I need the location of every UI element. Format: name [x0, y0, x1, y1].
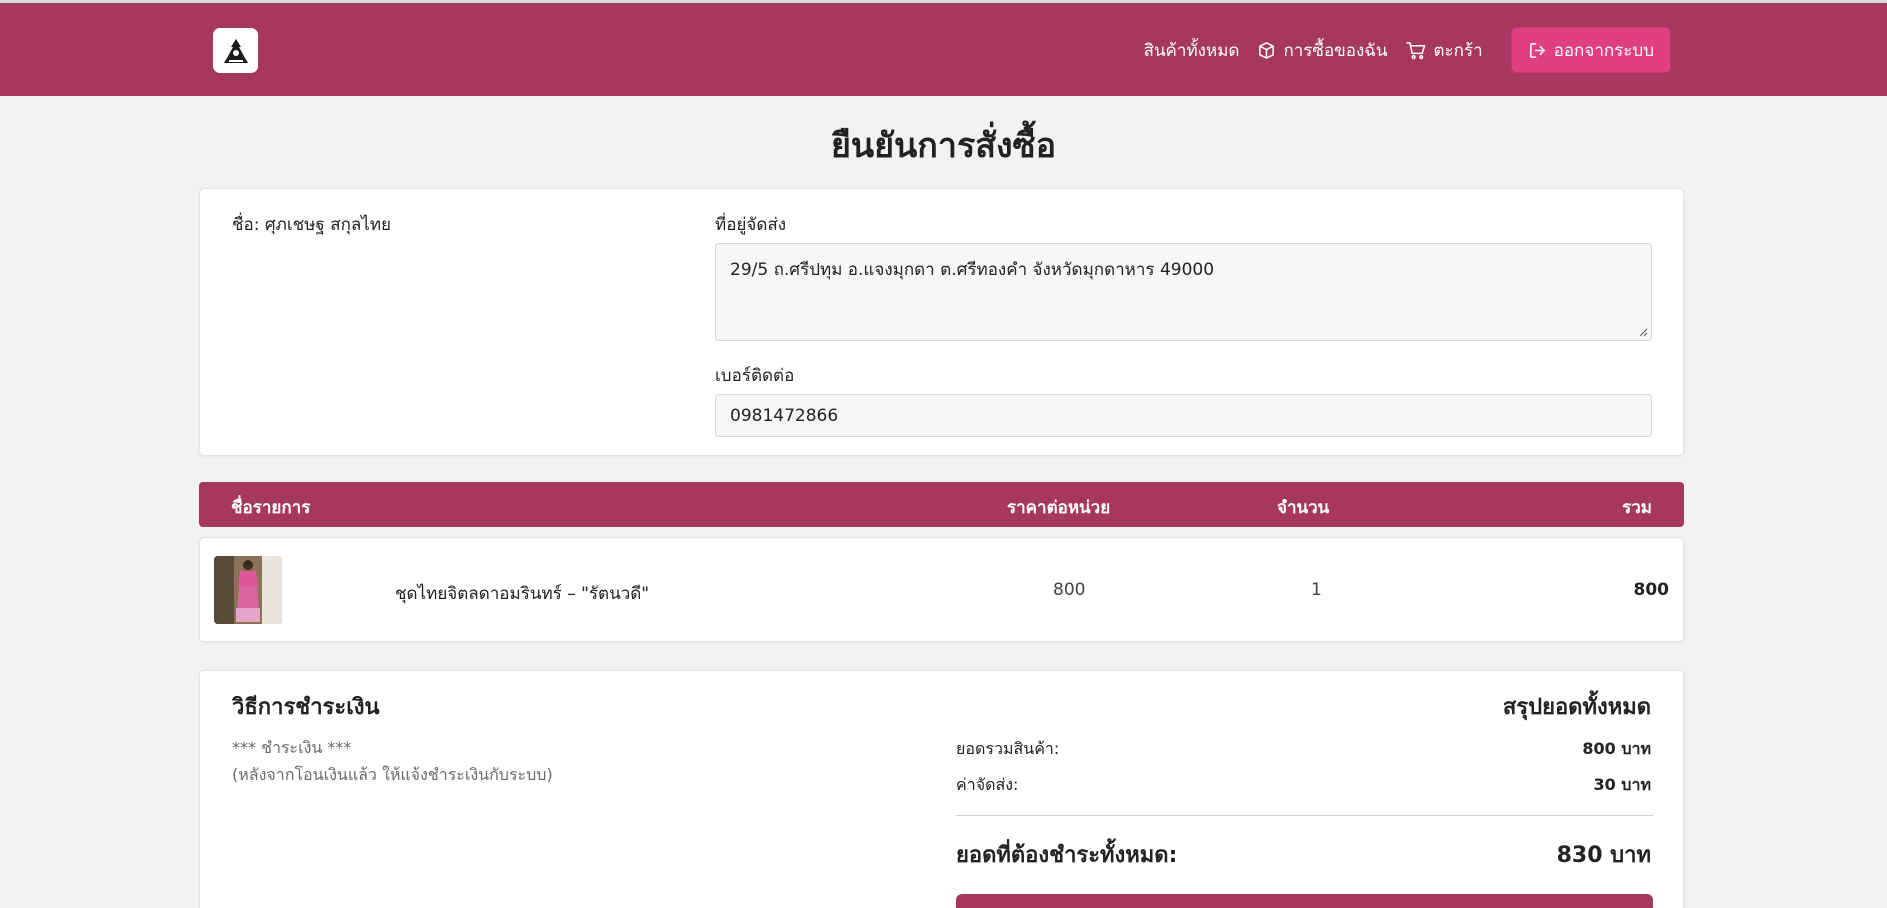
payment-note-2: (หลังจากโอนเงินแล้ว ให้แจ้งชำระเงินกับระ… [232, 765, 553, 784]
resize-grip-icon[interactable] [1638, 327, 1648, 337]
cart-icon [1405, 41, 1425, 59]
logout-label: ออกจากระบบ [1553, 40, 1654, 61]
header-unit-price: ราคาต่อหน่วย [1007, 498, 1111, 518]
summary-divider [956, 815, 1653, 816]
subtotal-label: ยอดรวมสินค้า: [956, 739, 1060, 758]
subtotal-value: 800 บาท [1582, 739, 1651, 758]
box-icon [1259, 41, 1275, 59]
order-table-header: ชื่อรายการ ราคาต่อหน่วย จำนวน รวม [199, 482, 1684, 527]
payment-summary-card: วิธีการชำระเงิน *** ชำระเงิน *** (หลังจา… [199, 670, 1684, 908]
item-name: ชุดไทยจิตลดาอมรินทร์ – "รัตนวดี" [395, 584, 650, 604]
customer-name: ชื่อ: ศุภเชษฐ สกุลไทย [232, 215, 392, 235]
logo-icon [223, 38, 248, 63]
table-row: ชุดไทยจิตลดาอมรินทร์ – "รัตนวดี" 800 1 8… [199, 537, 1684, 642]
nav-cart-label: ตะกร้า [1433, 40, 1483, 61]
nav-all-products[interactable]: สินค้าทั้งหมด [1144, 37, 1240, 64]
phone-label: เบอร์ติดต่อ [715, 366, 795, 386]
item-unit-price: 800 [1053, 580, 1086, 600]
address-textarea[interactable]: 29/5 ถ.ศรีปทุม อ.แจงมุกดา ต.ศรีทองคำ จัง… [715, 243, 1652, 341]
item-quantity: 1 [1311, 580, 1322, 600]
shipping-fee-label: ค่าจัดส่ง: [956, 775, 1019, 794]
top-navbar: สินค้าทั้งหมด การซื้อของฉัน ตะกร้า ออกจา… [0, 3, 1887, 96]
phone-value: 0981472866 [730, 405, 839, 426]
header-total: รวม [1622, 498, 1652, 518]
logout-icon [1529, 42, 1545, 58]
nav-my-purchases-label: การซื้อของฉัน [1283, 40, 1388, 61]
grand-total-label: ยอดที่ต้องชำระทั้งหมด: [956, 843, 1178, 868]
summary-title: สรุปยอดทั้งหมด [1502, 695, 1651, 720]
address-label: ที่อยู่จัดส่ง [715, 215, 787, 235]
header-quantity: จำนวน [1277, 498, 1330, 518]
payment-method-title: วิธีการชำระเงิน [232, 695, 380, 720]
shipping-fee-value: 30 บาท [1593, 775, 1651, 794]
item-total: 800 [1633, 580, 1670, 600]
page-title: ยืนยันการสั่งซื้อ [830, 126, 1057, 166]
payment-note-1: *** ชำระเงิน *** [232, 738, 352, 757]
logout-button[interactable]: ออกจากระบบ [1510, 27, 1671, 73]
shipping-info-card: ชื่อ: ศุภเชษฐ สกุลไทย ที่อยู่จัดส่ง 29/5… [199, 188, 1684, 456]
nav-all-products-label: สินค้าทั้งหมด [1143, 40, 1240, 61]
nav-cart[interactable]: ตะกร้า [1405, 37, 1483, 64]
logo[interactable] [213, 28, 258, 73]
header-item-name: ชื่อรายการ [231, 498, 311, 518]
nav-my-purchases[interactable]: การซื้อของฉัน [1257, 37, 1388, 64]
address-value: 29/5 ถ.ศรีปทุม อ.แจงมุกดา ต.ศรีทองคำ จัง… [730, 260, 1215, 280]
phone-field[interactable]: 0981472866 [715, 394, 1652, 437]
product-thumbnail [214, 556, 282, 624]
grand-total-value: 830 บาท [1556, 843, 1651, 868]
nav-links: สินค้าทั้งหมด การซื้อของฉัน ตะกร้า ออกจา… [1144, 27, 1671, 73]
confirm-order-button[interactable] [956, 894, 1653, 908]
